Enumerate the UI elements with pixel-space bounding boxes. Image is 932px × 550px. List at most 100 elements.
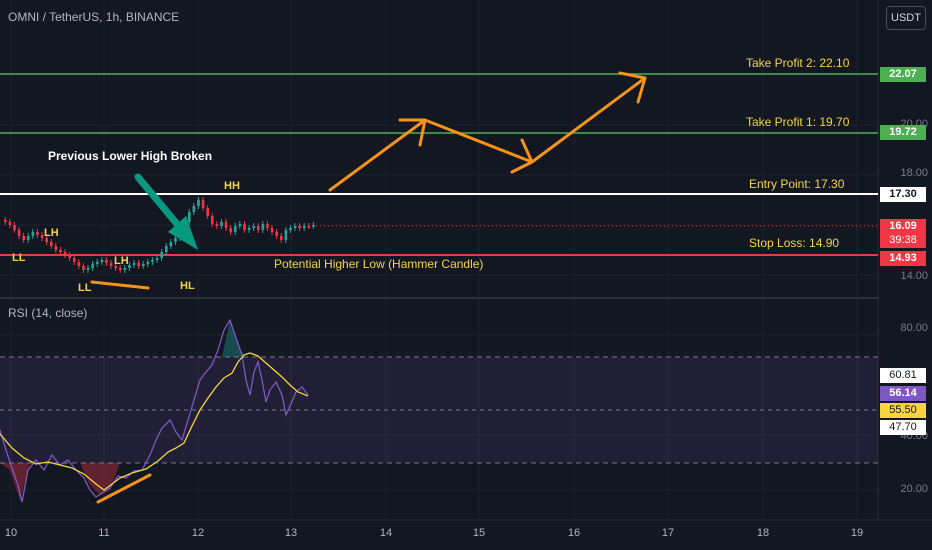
rsi-ma-value-tag: 55.50 xyxy=(880,403,926,418)
candle-body xyxy=(146,262,150,264)
candle-body xyxy=(17,230,21,236)
candle-body xyxy=(197,200,200,206)
candle-body xyxy=(132,263,136,265)
candle-body xyxy=(8,222,12,225)
candle-body xyxy=(123,268,127,270)
rsi-upper-band-tag: 60.81 xyxy=(880,368,926,383)
candle-body xyxy=(63,252,67,255)
candle-body xyxy=(68,255,71,258)
rsi-axis-tick: 80.00 xyxy=(900,322,928,334)
symbol-title[interactable]: OMNI / TetherUS, 1h, BINANCE xyxy=(8,10,179,24)
time-axis-tick: 18 xyxy=(756,527,770,539)
candle-body xyxy=(105,260,108,263)
candle-body xyxy=(243,224,246,230)
candle-body xyxy=(174,238,177,242)
candle-body xyxy=(4,220,7,222)
candle-body xyxy=(59,250,62,252)
take-profit-1-price-tag: 19.72 xyxy=(880,125,926,140)
candle-body xyxy=(211,216,214,224)
candle-body xyxy=(252,226,255,228)
candle-body xyxy=(119,268,122,270)
take-profit-2-price-tag: 22.07 xyxy=(880,67,926,82)
time-axis-tick: 14 xyxy=(379,527,393,539)
candle-body xyxy=(224,222,228,228)
stop-loss-label: Stop Loss: 14.90 xyxy=(749,236,840,250)
swing-label-ll: LL xyxy=(12,252,26,264)
candle-body xyxy=(261,224,265,230)
current-price-tag: 16.09 xyxy=(880,219,926,234)
lower-high-broken-label: Previous Lower High Broken xyxy=(48,149,213,163)
price-axis-tick: 18.00 xyxy=(900,167,928,179)
candle-body xyxy=(142,264,145,266)
candle-body xyxy=(266,224,269,228)
time-axis-tick: 11 xyxy=(98,527,110,539)
time-axis-tick: 16 xyxy=(567,527,581,539)
candle-body xyxy=(201,200,205,208)
time-axis-tick: 19 xyxy=(850,527,864,539)
rsi-lower-band-tag: 47.70 xyxy=(880,420,926,435)
candle-body xyxy=(303,226,306,228)
hammer-candle-label: Potential Higher Low (Hammer Candle) xyxy=(274,257,484,271)
candle-body xyxy=(234,226,237,232)
candle-body xyxy=(151,260,154,262)
candle-body xyxy=(206,208,209,216)
time-axis-tick: 15 xyxy=(472,527,486,539)
rsi-value-tag: 56.14 xyxy=(880,386,926,401)
entry-point-label: Entry Point: 17.30 xyxy=(749,177,845,191)
candle-countdown-tag: 39:38 xyxy=(880,233,926,248)
candle-body xyxy=(312,225,315,227)
swing-label-ll: LL xyxy=(78,282,92,294)
time-axis-tick: 17 xyxy=(661,527,675,539)
candle-body xyxy=(31,232,35,236)
candle-body xyxy=(13,225,16,230)
candle-body xyxy=(22,236,25,240)
candle-body xyxy=(289,228,292,230)
rsi-overbought-fill xyxy=(222,320,245,357)
entry-price-tag: 17.30 xyxy=(880,187,926,202)
chart-canvas[interactable] xyxy=(0,0,932,550)
candle-body xyxy=(298,226,301,228)
swing-label-hh: HH xyxy=(224,180,240,192)
time-axis-tick: 12 xyxy=(191,527,205,539)
swing-label-lh: LH xyxy=(44,227,59,239)
swing-label-lh: LH xyxy=(114,255,129,267)
price-axis-tick: 14.00 xyxy=(900,270,928,282)
candle-body xyxy=(188,212,191,222)
stop-loss-price-tag: 14.93 xyxy=(880,251,926,266)
candle-body xyxy=(192,206,196,212)
candle-body xyxy=(77,262,81,266)
candle-body xyxy=(270,228,274,232)
candle-body xyxy=(284,230,288,240)
candle-body xyxy=(160,252,163,258)
candle-body xyxy=(155,258,159,260)
candle-body xyxy=(40,235,44,238)
candle-body xyxy=(73,258,76,262)
candle-body xyxy=(82,266,85,270)
swing-label-hl: HL xyxy=(180,280,195,292)
currency-button[interactable]: USDT xyxy=(886,6,926,30)
rsi-oversold-fill xyxy=(0,463,120,500)
candle-body xyxy=(96,262,99,264)
candle-body xyxy=(36,232,39,235)
candle-body xyxy=(307,226,311,228)
candle-body xyxy=(109,263,113,266)
candle-body xyxy=(215,224,219,226)
candle-body xyxy=(27,236,30,240)
candle-body xyxy=(100,260,104,262)
candle-body xyxy=(229,228,232,232)
time-axis-tick: 10 xyxy=(4,527,18,539)
candle-body xyxy=(137,263,140,266)
candle-body xyxy=(275,232,278,236)
candle-body xyxy=(50,242,53,246)
take-profit-1-label: Take Profit 1: 19.70 xyxy=(746,115,850,129)
candle-body xyxy=(86,268,90,270)
candle-body xyxy=(54,246,58,250)
rsi-axis-tick: 20.00 xyxy=(900,483,928,495)
time-axis-tick: 13 xyxy=(284,527,298,539)
projection-arrows xyxy=(328,71,647,192)
candle-body xyxy=(293,226,297,228)
rsi-indicator-title[interactable]: RSI (14, close) xyxy=(8,306,87,320)
swing-low-trendline xyxy=(90,280,150,290)
candle-body xyxy=(165,246,168,252)
candle-body xyxy=(257,226,260,230)
